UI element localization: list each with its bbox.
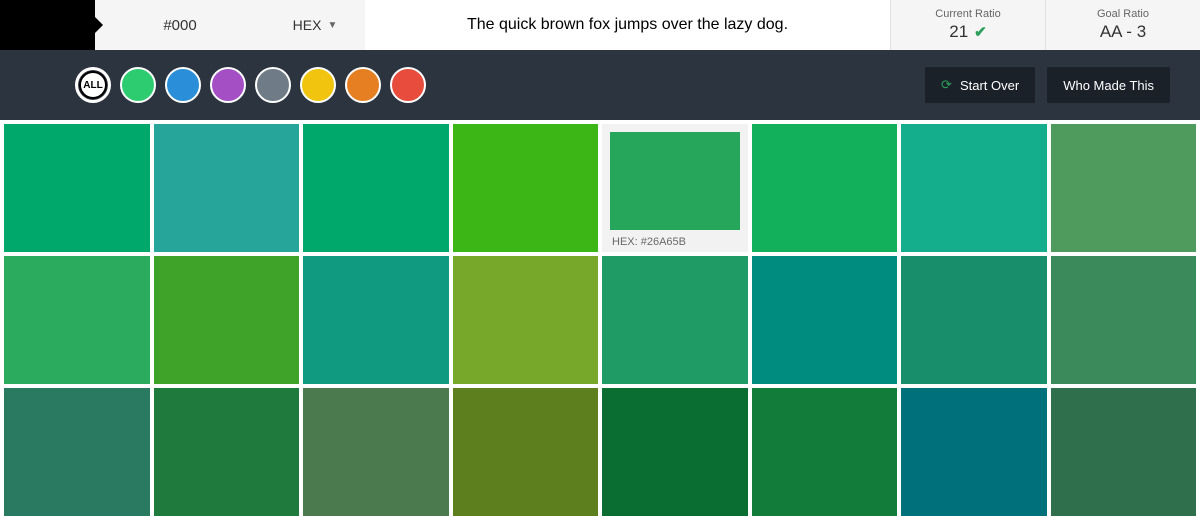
- swatch[interactable]: [303, 124, 449, 252]
- swatch[interactable]: [453, 124, 599, 252]
- current-ratio-value: 21 ✔: [949, 22, 987, 42]
- filter-dot-4[interactable]: [300, 67, 336, 103]
- filter-dot-1[interactable]: [165, 67, 201, 103]
- swatch[interactable]: [303, 388, 449, 516]
- swatch[interactable]: [154, 388, 300, 516]
- swatch[interactable]: [752, 256, 898, 384]
- swatch[interactable]: [4, 388, 150, 516]
- filter-dot-0[interactable]: [120, 67, 156, 103]
- swatch[interactable]: [752, 124, 898, 252]
- start-over-button[interactable]: ⟳ Start Over: [925, 67, 1035, 103]
- sample-text[interactable]: The quick brown fox jumps over the lazy …: [365, 0, 890, 50]
- header: HEX ▼ The quick brown fox jumps over the…: [0, 0, 1200, 50]
- swatch[interactable]: [303, 256, 449, 384]
- format-label: HEX: [293, 17, 322, 33]
- swatch[interactable]: [1051, 256, 1197, 384]
- swatch[interactable]: [602, 256, 748, 384]
- filter-all-button[interactable]: ALL: [75, 67, 111, 103]
- who-made-this-button[interactable]: Who Made This: [1047, 67, 1170, 103]
- swatch[interactable]: HEX: #26A65B: [602, 124, 748, 252]
- swatch[interactable]: [1051, 124, 1197, 252]
- swatch[interactable]: [901, 388, 1047, 516]
- current-ratio-box: Current Ratio 21 ✔: [890, 0, 1045, 50]
- filter-dot-2[interactable]: [210, 67, 246, 103]
- filter-dot-3[interactable]: [255, 67, 291, 103]
- refresh-icon: ⟳: [941, 77, 952, 93]
- check-icon: ✔: [974, 23, 987, 41]
- swatch[interactable]: [453, 256, 599, 384]
- swatch-grid: HEX: #26A65B: [0, 120, 1200, 516]
- format-select[interactable]: HEX ▼: [265, 0, 365, 50]
- swatch[interactable]: [154, 256, 300, 384]
- toolbar-buttons: ⟳ Start Over Who Made This: [925, 67, 1170, 103]
- filter-dot-5[interactable]: [345, 67, 381, 103]
- swatch[interactable]: [752, 388, 898, 516]
- swatch[interactable]: [4, 256, 150, 384]
- swatch[interactable]: [154, 124, 300, 252]
- swatch[interactable]: [4, 124, 150, 252]
- goal-ratio-label: Goal Ratio: [1097, 8, 1149, 20]
- filter-group: ALL: [75, 67, 426, 103]
- swatch[interactable]: [602, 388, 748, 516]
- chevron-down-icon: ▼: [327, 20, 337, 31]
- current-ratio-label: Current Ratio: [935, 8, 1000, 20]
- swatch[interactable]: [901, 124, 1047, 252]
- swatch-inner: [610, 132, 740, 230]
- filter-dot-6[interactable]: [390, 67, 426, 103]
- swatch-label: HEX: #26A65B: [610, 230, 740, 252]
- goal-ratio-box[interactable]: Goal Ratio AA - 3: [1045, 0, 1200, 50]
- swatch[interactable]: [1051, 388, 1197, 516]
- color-preview[interactable]: [0, 0, 95, 50]
- hex-area: HEX ▼: [95, 0, 365, 50]
- swatch[interactable]: [901, 256, 1047, 384]
- hex-input[interactable]: [95, 0, 265, 50]
- goal-ratio-value: AA - 3: [1100, 22, 1146, 42]
- toolbar: ALL ⟳ Start Over Who Made This: [0, 50, 1200, 120]
- swatch[interactable]: [453, 388, 599, 516]
